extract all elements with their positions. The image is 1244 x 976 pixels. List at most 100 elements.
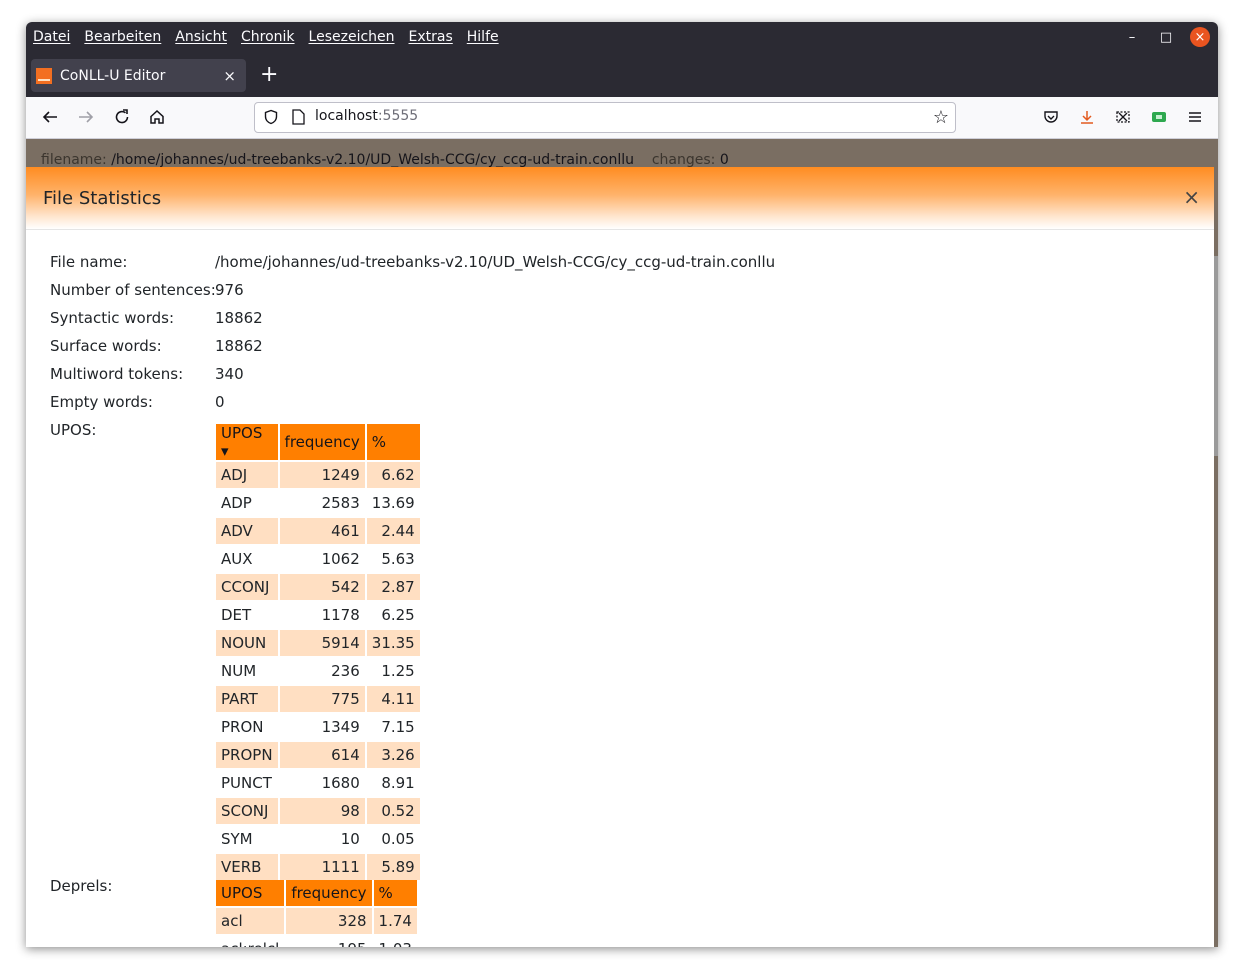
- table-cell-frequency: 10: [340, 830, 360, 848]
- table-cell-percent: 2.44: [366, 518, 420, 544]
- new-tab-button[interactable]: +: [260, 62, 278, 88]
- table-cell-percent: 5.89: [366, 854, 420, 880]
- upos-label: UPOS:: [50, 421, 97, 439]
- minimize-button[interactable]: –: [1122, 27, 1142, 47]
- stat-label: Surface words:: [50, 337, 162, 355]
- frequency-column-header[interactable]: frequency: [279, 424, 365, 460]
- table-cell-frequency: 2583: [321, 494, 360, 512]
- table-cell-frequency: 775: [279, 686, 365, 712]
- back-icon[interactable]: [38, 105, 62, 129]
- filename-value: /home/johannes/ud-treebanks-v2.10/UD_Wel…: [111, 152, 635, 168]
- file-statistics-modal: File Statistics × File name: /home/johan…: [26, 167, 1214, 947]
- table-cell-frequency: 461: [279, 518, 365, 544]
- url-text[interactable]: localhost:5555: [315, 108, 418, 124]
- upos-table: UPOS ▾ frequency % ADJ 1249 6.62 ADP 2583 13.…: [214, 422, 422, 882]
- percent-column-header[interactable]: %: [373, 880, 417, 906]
- stat-value: /home/johannes/ud-treebanks-v2.10/UD_Wel…: [215, 253, 776, 271]
- table-cell-label: ADJ: [216, 462, 278, 488]
- table-cell-frequency: 1062: [321, 550, 360, 568]
- stat-label: File name:: [50, 253, 128, 271]
- table-cell-frequency: 614: [279, 742, 365, 768]
- upos-column-header[interactable]: UPOS ▾: [216, 424, 278, 460]
- shield-icon[interactable]: [263, 109, 279, 125]
- url-port: :5555: [377, 108, 419, 124]
- hamburger-menu-icon[interactable]: [1186, 105, 1204, 129]
- frequency-column-header[interactable]: frequency: [286, 880, 372, 906]
- table-cell-percent: 1.25: [381, 662, 415, 680]
- changes-value: 0: [719, 152, 729, 168]
- table-cell-percent: 0.52: [366, 798, 420, 824]
- stat-label: Empty words:: [50, 393, 153, 411]
- table-cell-percent: 13.69: [371, 494, 415, 512]
- table-row: ADJ 1249 6.62: [216, 462, 420, 488]
- table-row: PUNCT 1680 8.91: [216, 770, 420, 796]
- page-icon[interactable]: [292, 109, 305, 125]
- home-icon[interactable]: [145, 105, 169, 129]
- table-cell-frequency: 1680: [321, 774, 360, 792]
- page-content: filename: /home/johannes/ud-treebanks-v2…: [26, 139, 1218, 947]
- table-cell-label: SCONJ: [216, 798, 278, 824]
- table-cell-percent: 8.91: [381, 774, 415, 792]
- menu-hilfe[interactable]: Hilfe: [467, 29, 499, 45]
- table-cell-percent: 2.87: [366, 574, 420, 600]
- table-row: DET 1178 6.25: [216, 602, 420, 628]
- tab-close-button[interactable]: ×: [223, 67, 236, 85]
- pocket-icon[interactable]: [1042, 105, 1060, 129]
- table-cell-label: PART: [216, 686, 278, 712]
- table-cell-label: NUM: [221, 662, 257, 680]
- menu-datei[interactable]: Datei: [33, 29, 70, 45]
- reload-icon[interactable]: [110, 105, 134, 129]
- stat-value: 18862: [215, 309, 263, 327]
- table-cell-percent: 6.62: [366, 462, 420, 488]
- table-cell-percent: 1.03: [374, 936, 417, 947]
- upos-header-row: UPOS ▾ frequency %: [216, 424, 420, 460]
- menu-ansicht[interactable]: Ansicht: [175, 29, 227, 45]
- browser-window: Datei Bearbeiten Ansicht Chronik Lesezei…: [26, 22, 1218, 947]
- forward-icon[interactable]: [74, 105, 98, 129]
- table-cell-percent: 5.63: [381, 550, 415, 568]
- table-cell-label: AUX: [221, 550, 253, 568]
- menu-chronik[interactable]: Chronik: [241, 29, 295, 45]
- menu-bearbeiten[interactable]: Bearbeiten: [84, 29, 161, 45]
- title-bar: Datei Bearbeiten Ansicht Chronik Lesezei…: [26, 22, 1218, 97]
- downloads-icon[interactable]: [1078, 105, 1096, 129]
- table-cell-label: DET: [221, 606, 252, 624]
- stat-value: 18862: [215, 337, 263, 355]
- maximize-button[interactable]: □: [1156, 27, 1176, 47]
- table-cell-percent: 3.26: [366, 742, 420, 768]
- table-cell-percent: 4.11: [366, 686, 420, 712]
- url-bar[interactable]: localhost:5555 ☆: [254, 102, 956, 133]
- close-window-button[interactable]: ×: [1190, 27, 1210, 47]
- table-cell-frequency: 542: [279, 574, 365, 600]
- menu-bar: Datei Bearbeiten Ansicht Chronik Lesezei…: [26, 22, 506, 52]
- table-row: AUX 1062 5.63: [216, 546, 420, 572]
- extension-icon[interactable]: [1150, 105, 1168, 129]
- scrollbar-thumb[interactable]: [1214, 256, 1218, 456]
- browser-tab[interactable]: CoNLL-U Editor ×: [31, 59, 246, 92]
- bookmark-star-icon[interactable]: ☆: [933, 107, 949, 128]
- menu-extras[interactable]: Extras: [409, 29, 453, 45]
- table-cell-label: acl: [216, 908, 285, 934]
- table-row: VERB 1111 5.89: [216, 854, 420, 880]
- table-cell-frequency: 1249: [279, 462, 365, 488]
- table-row: acl:relcl1951.03: [216, 936, 417, 947]
- screenshot-icon[interactable]: [1114, 105, 1132, 129]
- percent-column-header[interactable]: %: [366, 424, 420, 460]
- table-row: SYM 10 0.05: [216, 826, 420, 852]
- modal-header: File Statistics ×: [26, 167, 1214, 230]
- table-cell-label: PUNCT: [221, 774, 272, 792]
- file-info-bar: filename: /home/johannes/ud-treebanks-v2…: [41, 152, 729, 168]
- modal-close-button[interactable]: ×: [1183, 185, 1200, 209]
- table-cell-label: PROPN: [216, 742, 278, 768]
- stat-value: 340: [215, 365, 244, 383]
- table-cell-label: PRON: [221, 718, 264, 736]
- toolbar-icons: [1042, 105, 1204, 129]
- tab-title: CoNLL-U Editor: [60, 67, 166, 84]
- deprel-column-header[interactable]: UPOS: [216, 880, 285, 906]
- menu-lesezeichen[interactable]: Lesezeichen: [309, 29, 395, 45]
- stat-label: Multiword tokens:: [50, 365, 184, 383]
- table-row: NOUN 5914 31.35: [216, 630, 420, 656]
- table-cell-percent: 7.15: [381, 718, 415, 736]
- table-cell-frequency: 1178: [321, 606, 360, 624]
- table-row: PRON 1349 7.15: [216, 714, 420, 740]
